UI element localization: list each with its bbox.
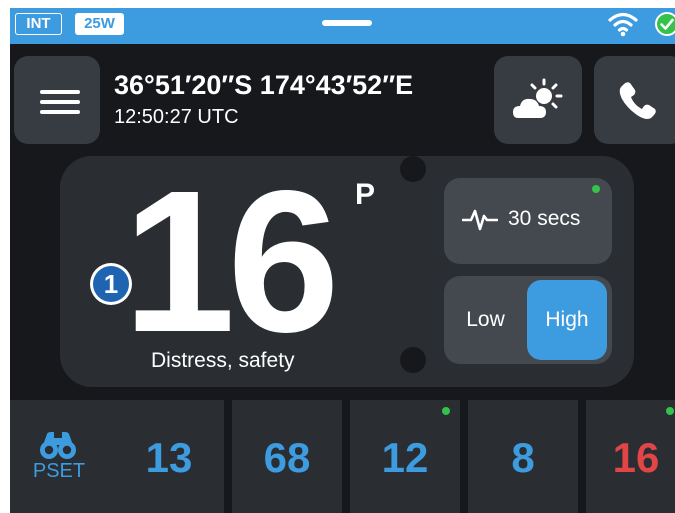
callout-marker: 1: [90, 263, 132, 305]
check-circle-icon: [655, 12, 675, 36]
position-coordinates: 36°51′20″S 174°43′52″E: [114, 70, 414, 100]
channel-tile-number: 12: [381, 434, 429, 481]
power-badge: 25W: [75, 13, 124, 35]
weather-sun-cloud-icon: [513, 78, 563, 118]
phone-button[interactable]: [594, 56, 675, 144]
weather-button[interactable]: [494, 56, 582, 144]
channel-active-indicator: [666, 407, 674, 415]
channel-tile[interactable]: 8: [468, 400, 578, 513]
channel-number[interactable]: 16: [123, 160, 340, 362]
channel-active-indicator: [442, 407, 450, 415]
scan-timer-label: 30 secs: [508, 207, 581, 230]
channel-tile[interactable]: 68: [232, 400, 342, 513]
utc-time: 12:50:27 UTC: [114, 106, 239, 128]
callout-number: 1: [93, 266, 129, 302]
pset-label: PSET: [32, 460, 86, 482]
pset-button[interactable]: PSET: [10, 400, 120, 513]
mode-badge: INT: [15, 13, 62, 35]
channel-suffix: P: [355, 178, 376, 211]
scan-active-indicator: [592, 185, 600, 193]
channel-tile-number: 13: [145, 434, 193, 481]
channel-tile[interactable]: 16: [586, 400, 675, 513]
channel-tile-number: 68: [263, 434, 311, 481]
radio-screen: INT 25W 36°51′20″S 174°43′52″E 12:50:27 …: [10, 8, 675, 513]
pulse-icon: [462, 209, 498, 231]
power-low-button[interactable]: Low: [444, 276, 527, 364]
channel-tile-number: 8: [511, 434, 535, 481]
channel-tile-number: 16: [612, 434, 660, 481]
panel-notch: [400, 347, 426, 373]
power-high-button[interactable]: High: [527, 280, 607, 360]
status-bar: INT 25W: [10, 8, 675, 44]
phone-icon: [619, 82, 656, 119]
binoculars-icon: [40, 432, 76, 459]
panel-notch: [400, 156, 426, 182]
channel-tile[interactable]: 13: [114, 400, 224, 513]
channel-description: Distress, safety: [151, 349, 295, 372]
menu-button[interactable]: [14, 56, 100, 144]
swipe-handle[interactable]: [322, 20, 372, 26]
wifi-icon: [608, 12, 638, 37]
channel-tile[interactable]: 12: [350, 400, 460, 513]
